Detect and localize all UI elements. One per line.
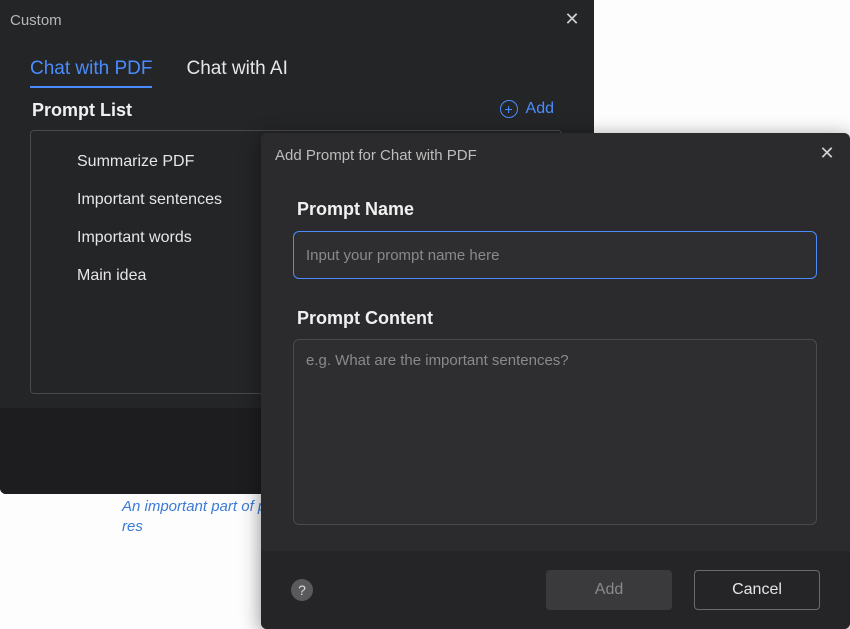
prompt-content-label: Prompt Content xyxy=(297,308,433,329)
prompt-list-heading: Prompt List xyxy=(32,100,132,121)
tab-bar: Chat with PDF Chat with AI xyxy=(30,58,288,88)
cancel-button[interactable]: Cancel xyxy=(694,570,820,610)
add-prompt-label: Add xyxy=(526,100,554,118)
add-prompt-button[interactable]: + Add xyxy=(500,100,554,118)
add-prompt-dialog: Add Prompt for Chat with PDF ✕ Prompt Na… xyxy=(261,133,850,629)
prompt-name-label: Prompt Name xyxy=(297,199,414,220)
tab-chat-with-pdf[interactable]: Chat with PDF xyxy=(30,58,152,88)
dialog-footer: ? Add Cancel xyxy=(261,551,850,629)
panel-title: Custom xyxy=(10,12,62,29)
close-icon[interactable]: ✕ xyxy=(816,143,838,165)
tab-chat-with-ai[interactable]: Chat with AI xyxy=(186,58,287,88)
prompt-content-input[interactable] xyxy=(293,339,817,525)
plus-circle-icon: + xyxy=(500,100,518,118)
dialog-title: Add Prompt for Chat with PDF xyxy=(275,147,477,164)
help-icon[interactable]: ? xyxy=(291,579,313,601)
prompt-name-input[interactable] xyxy=(293,231,817,279)
close-icon[interactable]: ✕ xyxy=(562,10,582,30)
add-button[interactable]: Add xyxy=(546,570,672,610)
